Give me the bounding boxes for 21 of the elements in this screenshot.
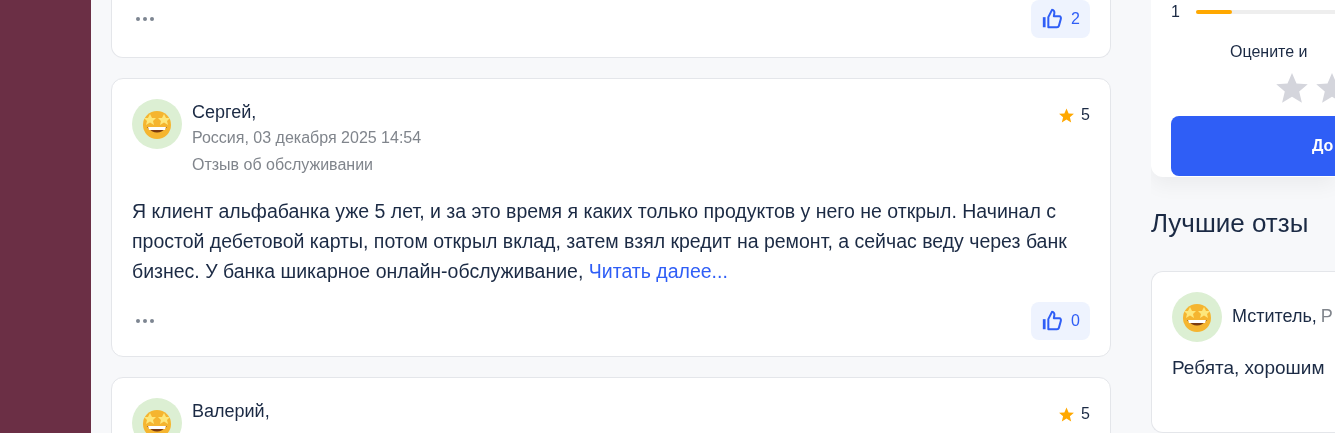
- reviewer-name: Валерий,: [192, 400, 270, 423]
- reviewer-name: Сергей,: [192, 101, 258, 124]
- rate-prompt: Оцените и: [1230, 42, 1309, 62]
- review-text: Я клиент альфабанка уже 5 лет, и за это время я каких только продуктов у него не открыл. Начинал с простой дебетовой карты, потом открыл вклад, затем взял кредит на ремонт, а сейчас веду через банк бизнес. У банка шикарное онлайн-обслуживание, Читать далее...: [132, 199, 1068, 284]
- review-rating: 5: [1081, 404, 1090, 424]
- rating-row-label: 1: [1171, 2, 1180, 22]
- review-meta: Россия, 03 декабря 2025 14:54: [192, 128, 422, 148]
- review-text: Ребята, хорошим: [1172, 355, 1326, 380]
- star-icon: [1058, 405, 1076, 423]
- submit-review-button[interactable]: До: [1171, 116, 1335, 176]
- reviewer-name: Мститель,: [1232, 305, 1317, 329]
- read-more-link[interactable]: Читать далее...: [588, 260, 728, 282]
- like-button[interactable]: 2: [1031, 0, 1090, 38]
- review-meta: Р: [1320, 305, 1333, 329]
- like-button[interactable]: 0: [1031, 302, 1090, 340]
- star-icon: [1058, 106, 1076, 124]
- review-category: Отзыв об обслуживании: [192, 155, 375, 175]
- thumbs-up-icon: [1041, 8, 1064, 30]
- thumbs-up-icon: [1041, 310, 1064, 332]
- best-reviews-title: Лучшие отзы: [1151, 206, 1310, 239]
- review-rating: 5: [1081, 105, 1090, 125]
